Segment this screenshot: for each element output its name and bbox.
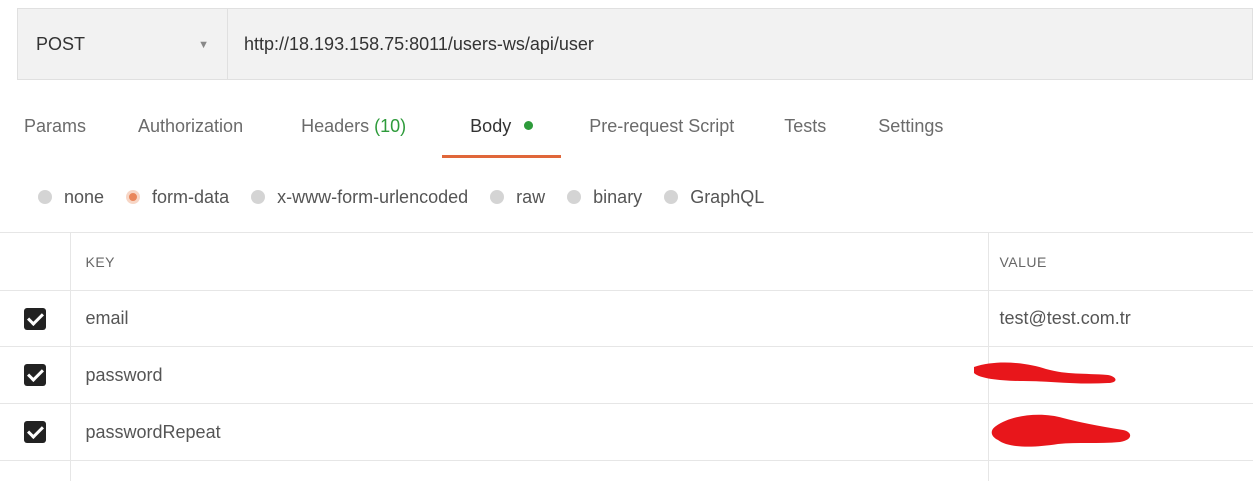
mode-label: raw xyxy=(516,187,545,208)
tab-tests-label: Tests xyxy=(784,116,826,136)
key-cell[interactable] xyxy=(70,461,988,481)
mode-graphql[interactable]: GraphQL xyxy=(664,187,764,208)
header-value: VALUE xyxy=(988,233,1253,291)
row-check-cell xyxy=(0,291,70,347)
radio-icon[interactable] xyxy=(251,190,265,204)
value-cell[interactable] xyxy=(988,347,1253,404)
radio-icon[interactable] xyxy=(38,190,52,204)
radio-icon[interactable] xyxy=(567,190,581,204)
tab-tests[interactable]: Tests xyxy=(784,112,826,156)
url-input[interactable]: http://18.193.158.75:8011/users-ws/api/u… xyxy=(227,8,1253,80)
row-check-cell xyxy=(0,404,70,461)
request-tabs: Params Authorization Headers (10) Body P… xyxy=(24,112,943,160)
key-cell[interactable]: passwordRepeat xyxy=(70,404,988,461)
radio-icon[interactable] xyxy=(664,190,678,204)
mode-label: x-www-form-urlencoded xyxy=(277,187,468,208)
radio-selected-icon[interactable] xyxy=(126,190,140,204)
redaction-mark xyxy=(1000,404,1253,460)
tab-params[interactable]: Params xyxy=(24,112,86,156)
row-check-cell xyxy=(0,461,70,481)
table-header-row: KEY VALUE xyxy=(0,233,1253,291)
row-check-cell xyxy=(0,347,70,404)
table-row: password xyxy=(0,347,1253,404)
checkbox-checked-icon[interactable] xyxy=(24,364,46,386)
tab-pre-request-script[interactable]: Pre-request Script xyxy=(589,112,734,156)
url-text: http://18.193.158.75:8011/users-ws/api/u… xyxy=(244,34,594,55)
header-check-cell xyxy=(0,233,70,291)
key-cell[interactable]: password xyxy=(70,347,988,404)
method-select[interactable]: POST ▼ xyxy=(17,8,227,80)
active-tab-underline xyxy=(442,155,561,158)
tab-authorization[interactable]: Authorization xyxy=(138,112,243,156)
value-cell[interactable] xyxy=(988,461,1253,481)
checkbox-checked-icon[interactable] xyxy=(24,308,46,330)
status-dot-icon xyxy=(524,121,533,130)
form-data-table: KEY VALUE email test@test.com.tr passwor… xyxy=(0,232,1253,481)
chevron-down-icon: ▼ xyxy=(198,39,209,51)
table-row: passwordRepeat xyxy=(0,404,1253,461)
mode-raw[interactable]: raw xyxy=(490,187,545,208)
redaction-scribble xyxy=(968,404,1148,460)
method-label: POST xyxy=(36,34,85,55)
tab-headers-count: (10) xyxy=(374,116,406,136)
body-mode-radios: none form-data x-www-form-urlencoded raw… xyxy=(38,182,786,212)
mode-label: none xyxy=(64,187,104,208)
value-cell[interactable]: test@test.com.tr xyxy=(988,291,1253,347)
tab-headers[interactable]: Headers (10) xyxy=(301,112,406,156)
radio-icon[interactable] xyxy=(490,190,504,204)
tab-settings-label: Settings xyxy=(878,116,943,136)
tab-body-label: Body xyxy=(470,116,511,136)
table-empty-row xyxy=(0,461,1253,481)
tab-headers-label: Headers xyxy=(301,116,369,136)
redaction-scribble xyxy=(968,347,1128,403)
tab-authorization-label: Authorization xyxy=(138,116,243,136)
mode-label: form-data xyxy=(152,187,229,208)
header-key: KEY xyxy=(70,233,988,291)
tab-pre-request-label: Pre-request Script xyxy=(589,116,734,136)
mode-binary[interactable]: binary xyxy=(567,187,642,208)
checkbox-checked-icon[interactable] xyxy=(24,421,46,443)
mode-x-www-form-urlencoded[interactable]: x-www-form-urlencoded xyxy=(251,187,468,208)
mode-label: binary xyxy=(593,187,642,208)
key-cell[interactable]: email xyxy=(70,291,988,347)
tab-params-label: Params xyxy=(24,116,86,136)
mode-label: GraphQL xyxy=(690,187,764,208)
tab-settings[interactable]: Settings xyxy=(878,112,943,156)
tab-body[interactable]: Body xyxy=(442,112,561,156)
value-cell[interactable] xyxy=(988,404,1253,461)
table-row: email test@test.com.tr xyxy=(0,291,1253,347)
mode-form-data[interactable]: form-data xyxy=(126,187,229,208)
mode-none[interactable]: none xyxy=(38,187,104,208)
redaction-mark xyxy=(1000,347,1253,403)
request-bar: POST ▼ http://18.193.158.75:8011/users-w… xyxy=(17,8,1253,80)
